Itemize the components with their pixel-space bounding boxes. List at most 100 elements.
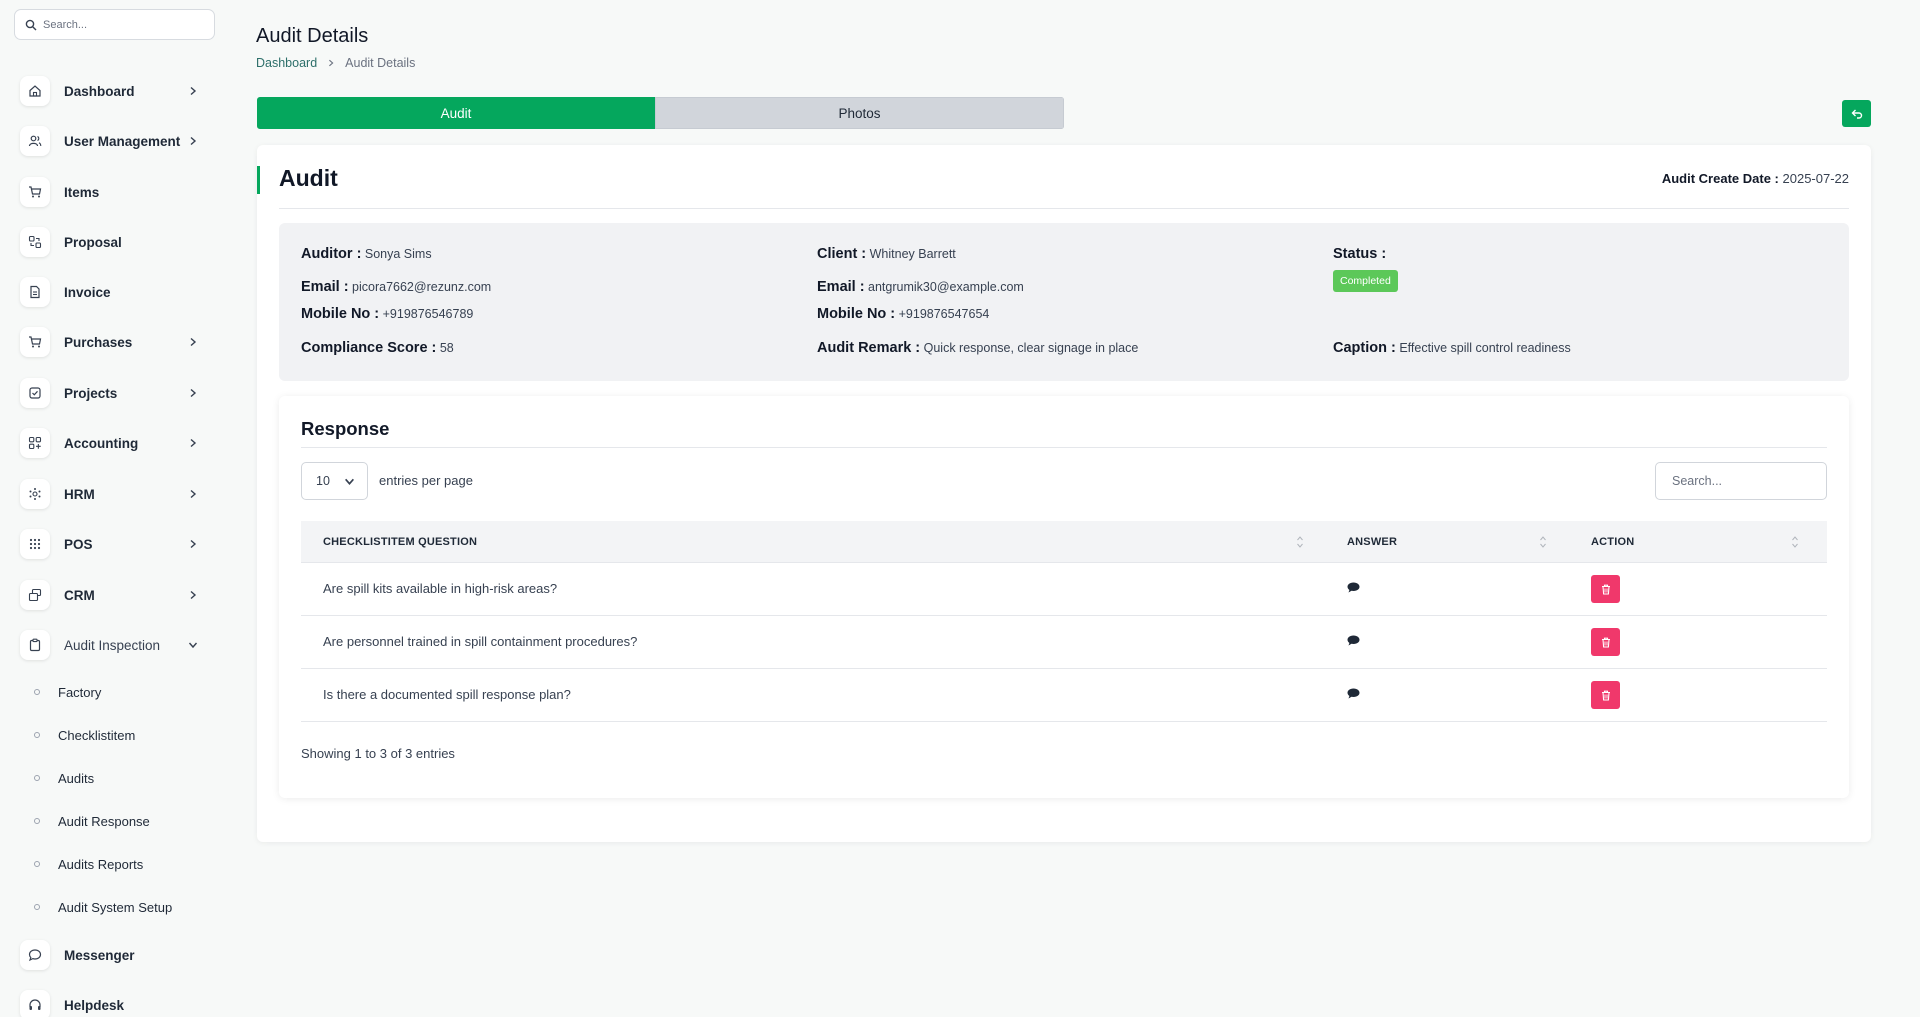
sidebar-subitem-checklistitem[interactable]: Checklistitem xyxy=(34,724,135,746)
sidebar-item-invoice[interactable]: Invoice xyxy=(20,275,210,309)
comment-icon[interactable] xyxy=(1347,688,1360,699)
sort-icon[interactable] xyxy=(1296,535,1304,549)
sidebar-search[interactable] xyxy=(14,9,215,40)
comment-icon[interactable] xyxy=(1347,582,1360,593)
client-field: Client : Whitney Barrett xyxy=(817,246,956,262)
sidebar-item-label: Audit Inspection xyxy=(64,637,161,653)
users-icon xyxy=(20,126,50,156)
divider xyxy=(279,208,1849,209)
chevron-down-icon xyxy=(345,478,354,485)
sidebar-item-hrm[interactable]: HRM xyxy=(20,477,210,511)
column-header-action[interactable]: ACTION xyxy=(1591,536,1634,548)
delete-button[interactable] xyxy=(1591,628,1620,656)
client-label: Client : xyxy=(817,246,867,262)
response-card: Response 10 entries per page CHECKLISTIT… xyxy=(279,396,1849,798)
status-field: Status : xyxy=(1333,246,1386,262)
sidebar-subitem-audits-reports[interactable]: Audits Reports xyxy=(34,853,143,875)
chevron-right-icon xyxy=(190,539,197,549)
sidebar-item-helpdesk[interactable]: Helpdesk xyxy=(20,988,210,1017)
sidebar-item-label: Invoice xyxy=(64,284,111,300)
sidebar-item-user-management[interactable]: User Management xyxy=(20,124,210,158)
client-email-label: Email : xyxy=(817,279,865,295)
sidebar-item-label: Helpdesk xyxy=(64,997,125,1013)
table-search-input[interactable] xyxy=(1655,462,1827,500)
sidebar-subitem-audits[interactable]: Audits xyxy=(34,767,94,789)
auditor-value: Sonya Sims xyxy=(364,247,432,261)
back-button[interactable] xyxy=(1842,100,1871,127)
sidebar-subitem-audit-response[interactable]: Audit Response xyxy=(34,810,150,832)
sort-icon[interactable] xyxy=(1791,535,1799,549)
bullet-icon xyxy=(34,861,40,867)
chevron-right-icon xyxy=(190,337,197,347)
sidebar-item-label: Proposal xyxy=(64,234,122,250)
sidebar-subitem-label: Checklistitem xyxy=(58,727,136,743)
entries-per-page-select[interactable]: 10 xyxy=(301,462,368,500)
cart-icon xyxy=(20,327,50,357)
clipboard-icon xyxy=(20,630,50,660)
sort-icon[interactable] xyxy=(1539,535,1547,549)
comment-icon[interactable] xyxy=(1347,635,1360,646)
breadcrumb-dashboard-link[interactable]: Dashboard xyxy=(256,56,317,70)
sidebar-item-proposal[interactable]: Proposal xyxy=(20,225,210,259)
headset-icon xyxy=(20,990,50,1017)
cart-icon xyxy=(20,177,50,207)
auditor-email-label: Email : xyxy=(301,279,349,295)
audit-remark-value: Quick response, clear signage in place xyxy=(923,341,1139,355)
chevron-down-icon xyxy=(188,642,198,649)
sidebar-subitem-factory[interactable]: Factory xyxy=(34,681,101,703)
sidebar-item-label: Messenger xyxy=(64,947,135,963)
sidebar-item-label: POS xyxy=(64,536,93,552)
chevron-right-icon xyxy=(329,59,334,67)
tab-audit[interactable]: Audit xyxy=(257,97,655,129)
sidebar-item-accounting[interactable]: Accounting xyxy=(20,426,210,460)
pagination-info: Showing 1 to 3 of 3 entries xyxy=(301,746,455,761)
caption-label: Caption : xyxy=(1333,340,1396,356)
auditor-field: Auditor : Sonya Sims xyxy=(301,246,432,262)
delete-button[interactable] xyxy=(1591,681,1620,709)
column-header-question[interactable]: CHECKLISTITEM QUESTION xyxy=(323,536,477,548)
title-accent-bar xyxy=(257,166,260,194)
sidebar-item-label: Items xyxy=(64,184,100,200)
sidebar-item-label: User Management xyxy=(64,133,181,149)
audit-remark-field: Audit Remark : Quick response, clear sig… xyxy=(817,340,1138,356)
sidebar-item-audit-inspection[interactable]: Audit Inspection xyxy=(20,628,210,662)
sidebar-item-purchases[interactable]: Purchases xyxy=(20,325,210,359)
response-title: Response xyxy=(301,418,390,439)
column-header-answer[interactable]: ANSWER xyxy=(1347,536,1397,548)
hrm-icon xyxy=(20,479,50,509)
audit-title: Audit xyxy=(279,165,338,191)
delete-button[interactable] xyxy=(1591,575,1620,603)
trash-icon xyxy=(1601,690,1610,701)
status-label: Status : xyxy=(1333,246,1387,262)
sidebar-item-projects[interactable]: Projects xyxy=(20,376,210,410)
audit-create-date-value: 2025-07-22 xyxy=(1782,171,1850,186)
sidebar-item-crm[interactable]: CRM xyxy=(20,578,210,612)
auditor-mobile-value: +919876546789 xyxy=(382,307,474,321)
auditor-email-value: picora7662@rezunz.com xyxy=(352,280,492,294)
sidebar-subitem-audit-system-setup[interactable]: Audit System Setup xyxy=(34,896,172,918)
sidebar-subitem-label: Audit System Setup xyxy=(58,899,173,915)
sidebar-item-dashboard[interactable]: Dashboard xyxy=(20,74,210,108)
chat-icon xyxy=(20,940,50,970)
breadcrumb-current: Audit Details xyxy=(345,56,416,70)
sidebar-item-items[interactable]: Items xyxy=(20,175,210,209)
question-cell: Is there a documented spill response pla… xyxy=(323,687,571,702)
compliance-score-label: Compliance Score : xyxy=(301,340,437,356)
audit-remark-label: Audit Remark : xyxy=(817,340,921,356)
sidebar: Dashboard User Management Items Proposal… xyxy=(0,0,228,1017)
grid-plus-icon xyxy=(20,428,50,458)
client-mobile-field: Mobile No : +919876547654 xyxy=(817,306,989,322)
sidebar-item-messenger[interactable]: Messenger xyxy=(20,938,210,972)
auditor-email-field: Email : picora7662@rezunz.com xyxy=(301,279,491,295)
sidebar-search-input[interactable] xyxy=(43,18,203,31)
sidebar-item-pos[interactable]: POS xyxy=(20,527,210,561)
auditor-mobile-field: Mobile No : +919876546789 xyxy=(301,306,473,322)
tab-photos[interactable]: Photos xyxy=(655,97,1064,129)
audit-card: Audit Audit Create Date : 2025-07-22 Aud… xyxy=(257,145,1871,842)
caption-field: Caption : Effective spill control readin… xyxy=(1333,340,1571,356)
bullet-icon xyxy=(34,732,40,738)
sidebar-item-label: Dashboard xyxy=(64,83,135,99)
sidebar-item-label: Projects xyxy=(64,385,118,401)
chevron-right-icon xyxy=(190,489,197,499)
proposal-icon xyxy=(20,227,50,257)
